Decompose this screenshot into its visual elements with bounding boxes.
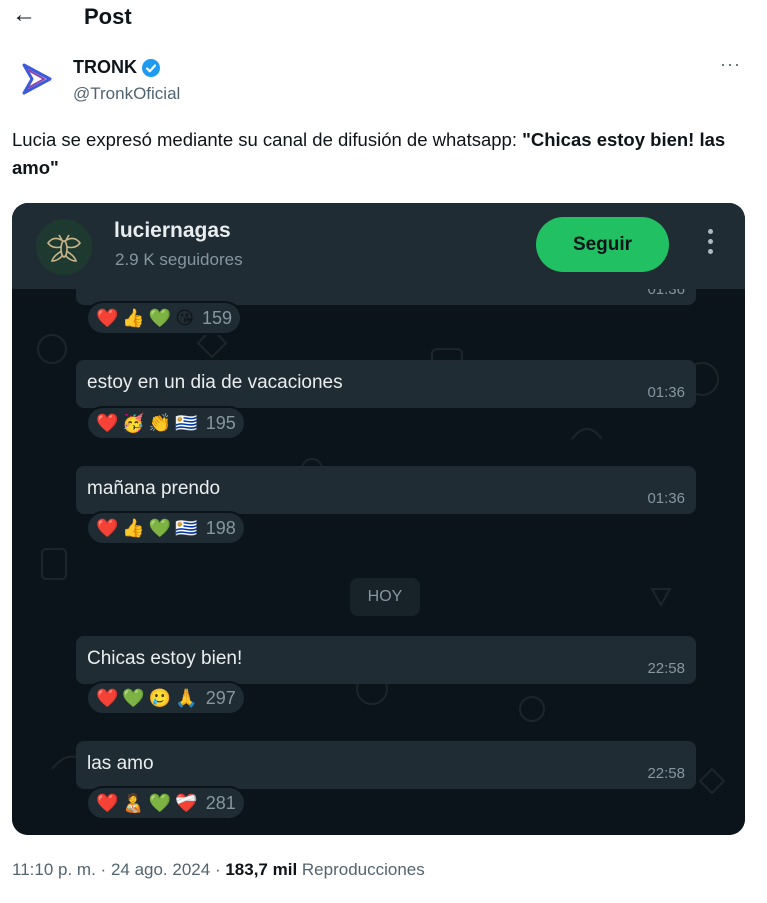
reaction-count: 159: [202, 307, 233, 328]
reaction-uruguay-flag-icon: 🇺🇾: [175, 413, 198, 433]
reaction-green-heart-icon: 💚: [148, 518, 172, 538]
reaction-count: 297: [205, 687, 236, 708]
reactions-pill[interactable]: ❤️ 🧑‍🍼 💚 ❤️‍🩹 281: [86, 786, 246, 820]
author-handle[interactable]: @TronkOficial: [73, 84, 180, 104]
message-time: 22:58: [647, 765, 685, 782]
top-bar: ← Post: [0, 0, 767, 36]
follow-button[interactable]: Seguir: [536, 217, 669, 272]
message-bubble[interactable]: mañana prendo 01:36: [76, 466, 696, 514]
tweet-text: Lucia se expresó mediante su canal de di…: [12, 126, 757, 182]
more-options-icon[interactable]: ···: [720, 54, 741, 75]
author-avatar[interactable]: [14, 56, 60, 102]
post-date[interactable]: 24 ago. 2024: [111, 860, 210, 879]
message-bubble[interactable]: estoy en un dia de vacaciones 01:36: [76, 360, 696, 408]
author-name-text: TRONK: [73, 57, 137, 77]
channel-avatar: [36, 219, 92, 275]
message-text: las amo: [87, 753, 154, 774]
post-meta: 11:10 p. m. · 24 ago. 2024 · 183,7 mil R…: [12, 860, 425, 880]
kebab-menu-icon[interactable]: [704, 229, 716, 263]
chat-area: 01:36 ❤️ 👍 💚 😘 159 estoy en un dia de va…: [12, 289, 745, 835]
back-arrow-icon[interactable]: ←: [12, 2, 40, 30]
channel-followers: 2.9 K seguidores: [115, 250, 243, 269]
channel-header: luciernagas 2.9 K seguidores Seguir: [12, 203, 745, 289]
reaction-count: 198: [205, 517, 236, 538]
reactions-pill[interactable]: ❤️ 👍 💚 🇺🇾 198: [86, 511, 246, 545]
view-label: Reproducciones: [301, 860, 425, 879]
reaction-heart-icon: ❤️: [96, 688, 119, 708]
reaction-thumbs-up-icon: 👍: [122, 308, 145, 328]
reaction-green-heart-icon: 💚: [148, 793, 172, 813]
message-text: Chicas estoy bien!: [87, 648, 243, 669]
reaction-thumbs-up-icon: 👍: [122, 518, 145, 538]
reaction-count: 281: [205, 792, 236, 813]
reactions-pill[interactable]: ❤️ 🥳 👏 🇺🇾 195: [86, 406, 246, 440]
reaction-heart-icon: ❤️: [96, 793, 119, 813]
reaction-mending-heart-icon: ❤️‍🩹: [175, 793, 198, 813]
embedded-screenshot[interactable]: luciernagas 2.9 K seguidores Seguir 01:3…: [12, 203, 745, 835]
message-time: 01:36: [647, 289, 685, 298]
reaction-heart-icon: ❤️: [96, 308, 119, 328]
verified-badge-icon: [141, 58, 161, 78]
reactions-pill[interactable]: ❤️ 👍 💚 😘 159: [86, 301, 243, 335]
message-text: mañana prendo: [87, 478, 221, 499]
reaction-green-heart-icon: 💚: [148, 308, 172, 328]
reaction-uruguay-flag-icon: 🇺🇾: [175, 518, 198, 538]
meta-separator: ·: [214, 860, 221, 879]
message-text: estoy en un dia de vacaciones: [87, 372, 343, 393]
message-time: 01:36: [647, 384, 685, 401]
reaction-heart-icon: ❤️: [96, 518, 119, 538]
reaction-tear-smile-icon: 🥲: [148, 688, 172, 708]
meta-separator: ·: [100, 860, 107, 879]
reaction-count: 195: [205, 412, 236, 433]
day-divider: HOY: [350, 578, 420, 616]
reaction-party-icon: 🥳: [122, 413, 145, 433]
reaction-heart-icon: ❤️: [96, 413, 119, 433]
view-count: 183,7 mil: [225, 860, 298, 879]
reaction-person-feeding-baby-icon: 🧑‍🍼: [122, 793, 145, 813]
reactions-pill[interactable]: ❤️ 💚 🥲 🙏 297: [86, 681, 246, 715]
message-time: 01:36: [647, 490, 685, 507]
tweet-text-plain: Lucia se expresó mediante su canal de di…: [12, 129, 523, 150]
reaction-pray-icon: 🙏: [175, 688, 198, 708]
channel-name: luciernagas: [114, 219, 231, 242]
reaction-kiss-icon: 😘: [175, 308, 195, 328]
reaction-green-heart-icon: 💚: [122, 688, 145, 708]
post-time[interactable]: 11:10 p. m.: [12, 860, 96, 879]
author-name[interactable]: TRONK: [73, 57, 161, 78]
reaction-clap-icon: 👏: [148, 413, 172, 433]
message-bubble[interactable]: las amo 22:58: [76, 741, 696, 789]
page-title: Post: [84, 4, 132, 29]
message-time: 22:58: [647, 660, 685, 677]
message-bubble[interactable]: Chicas estoy bien! 22:58: [76, 636, 696, 684]
